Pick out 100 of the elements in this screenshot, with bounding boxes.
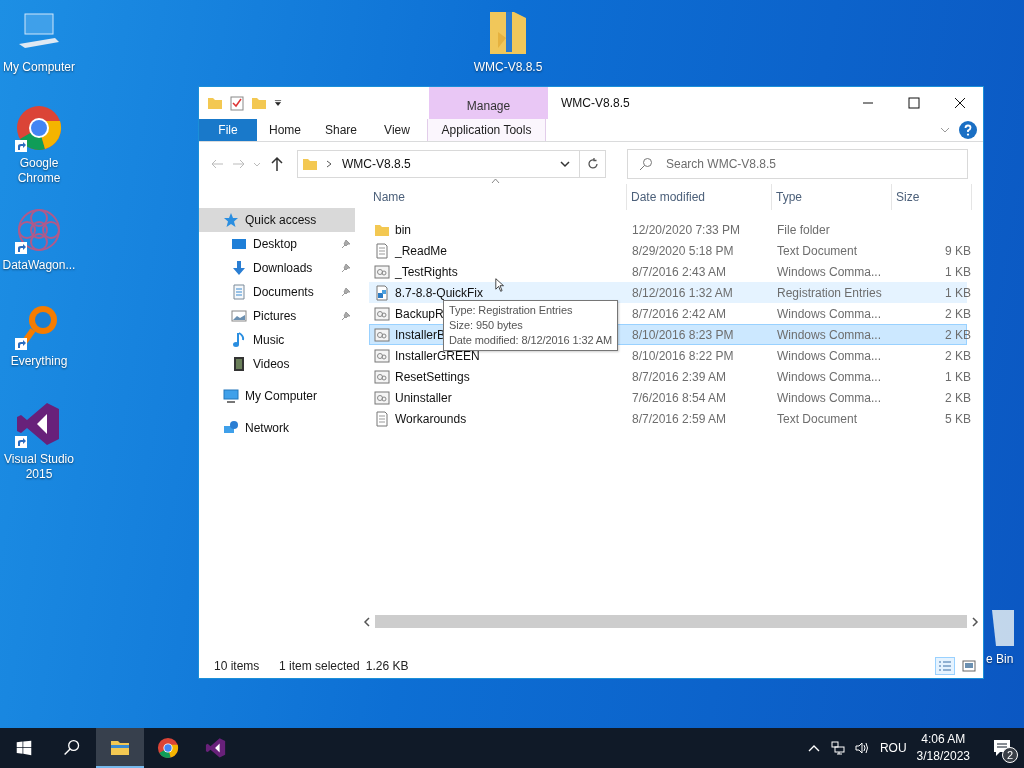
chrome-icon[interactable] bbox=[15, 104, 63, 152]
file-name: ResetSettings bbox=[395, 369, 470, 384]
file-name: 8.7-8.8-QuickFix bbox=[395, 285, 484, 300]
dropdown-icon[interactable] bbox=[559, 158, 571, 170]
size-cell-text: 5 KB bbox=[944, 411, 972, 426]
type-cell-text: Text Document bbox=[776, 243, 859, 258]
nav-item[interactable]: Downloads bbox=[199, 256, 355, 280]
type-cell-text: Windows Comma... bbox=[776, 348, 883, 363]
desktop-icon-label[interactable]: My Computer bbox=[3, 60, 75, 75]
nav-item[interactable]: Videos bbox=[199, 352, 355, 376]
file-name: bin bbox=[395, 222, 411, 237]
size-cell-text: 9 KB bbox=[944, 243, 972, 258]
flower-icon[interactable] bbox=[15, 206, 63, 254]
file-name: InstallerGREEN bbox=[395, 348, 480, 363]
column-header[interactable]: Name bbox=[369, 184, 627, 210]
nav-item[interactable]: My Computer bbox=[199, 384, 355, 408]
chrome-icon bbox=[157, 737, 179, 759]
help-icon[interactable] bbox=[959, 121, 977, 139]
input-language[interactable]: ROU bbox=[879, 741, 907, 755]
file-name: Workarounds bbox=[395, 411, 467, 426]
script-file-icon bbox=[374, 326, 390, 343]
scroll-left-icon[interactable] bbox=[361, 616, 373, 627]
type-cell-text: File folder bbox=[776, 222, 831, 237]
nav-item[interactable]: Quick access bbox=[199, 208, 355, 232]
desktop-icon-label[interactable]: Google Chrome bbox=[17, 156, 61, 186]
file-name: BackupR bbox=[395, 306, 444, 321]
ribbon-tab[interactable]: Share bbox=[313, 119, 369, 141]
ribbon-tab[interactable]: View bbox=[369, 119, 425, 141]
nav-item[interactable]: Network bbox=[199, 416, 355, 440]
ribbon-tab[interactable]: Home bbox=[257, 119, 313, 141]
search-icon bbox=[63, 739, 81, 757]
taskbar-app-button[interactable] bbox=[96, 728, 144, 768]
address-bar[interactable]: WMC-V8.8.5 bbox=[297, 150, 606, 178]
date-cell-text: 8/12/2016 1:32 AM bbox=[631, 285, 734, 300]
size-cell-text: 2 KB bbox=[944, 390, 972, 405]
file-name: _ReadMe bbox=[395, 243, 448, 258]
nav-item[interactable]: Desktop bbox=[199, 232, 355, 256]
nav-item[interactable]: Music bbox=[199, 328, 355, 352]
network-icon bbox=[223, 420, 239, 436]
refresh-icon bbox=[585, 157, 600, 171]
date-cell-text: 8/29/2020 5:18 PM bbox=[631, 243, 735, 258]
file-name: InstallerB bbox=[395, 327, 446, 342]
date-cell-text: 7/6/2016 8:54 AM bbox=[631, 390, 728, 405]
notifications-button[interactable]: 2 bbox=[984, 728, 1024, 768]
file-name: Uninstaller bbox=[395, 390, 452, 405]
script-file-icon bbox=[374, 389, 390, 406]
column-header[interactable]: Size bbox=[892, 184, 972, 210]
column-header[interactable]: Date modified bbox=[627, 184, 772, 210]
large-icons-view-icon bbox=[962, 660, 976, 672]
folder-icon bbox=[302, 156, 318, 172]
star-icon bbox=[223, 212, 239, 228]
type-cell-text: Windows Comma... bbox=[776, 369, 883, 384]
maximize-icon bbox=[908, 97, 920, 109]
desktop-icon-label[interactable]: DataWagon... bbox=[2, 258, 76, 273]
volume-icon[interactable] bbox=[854, 741, 869, 755]
sort-ascending-icon bbox=[491, 178, 500, 184]
chevron-icon[interactable] bbox=[324, 159, 334, 169]
desktop-icon-label[interactable]: WMC-V8.8.5 bbox=[473, 60, 543, 75]
pin-icon[interactable] bbox=[341, 287, 351, 297]
date-cell-text: 8/10/2016 8:23 PM bbox=[631, 327, 735, 342]
selection-count: 1 item selected bbox=[279, 659, 360, 673]
search-field[interactable]: Search WMC-V8.8.5 bbox=[627, 149, 968, 179]
size-cell-text: 1 KB bbox=[944, 369, 972, 384]
size-cell-text: 2 KB bbox=[944, 348, 972, 363]
registry-file-icon bbox=[374, 284, 390, 301]
clock[interactable]: 4:06 AM 3/18/2023 bbox=[916, 731, 970, 765]
scroll-right-icon[interactable] bbox=[969, 616, 981, 627]
vs-icon bbox=[205, 737, 227, 759]
date-cell-text: 8/7/2016 2:42 AM bbox=[631, 306, 728, 321]
network-icon[interactable] bbox=[830, 741, 845, 755]
mouse-cursor-icon bbox=[495, 278, 505, 292]
large-icons-view-button[interactable] bbox=[959, 657, 979, 675]
desktop-icon-label[interactable]: Everything bbox=[10, 354, 68, 369]
text-file-icon bbox=[374, 410, 390, 427]
details-view-icon bbox=[938, 660, 952, 672]
desktop-icon-label[interactable]: e Bin bbox=[986, 652, 1014, 666]
up-button[interactable] bbox=[269, 156, 285, 172]
file-tooltip: Type: Registration Entries Size: 950 bytes Date modified: 8/12/2016 1:32 AM bbox=[443, 300, 619, 351]
column-header[interactable]: Type bbox=[772, 184, 892, 210]
computer-icon bbox=[223, 388, 239, 404]
properties-icon[interactable] bbox=[229, 95, 245, 111]
date-cell-text: 8/7/2016 2:43 AM bbox=[631, 264, 728, 279]
pin-icon[interactable] bbox=[341, 311, 351, 321]
date-cell-text: 8/7/2016 2:39 AM bbox=[631, 369, 728, 384]
close-icon bbox=[954, 97, 966, 109]
item-count: 10 items bbox=[214, 659, 261, 673]
nav-item[interactable]: Documents bbox=[199, 280, 355, 304]
date-cell-text: 8/10/2016 8:22 PM bbox=[631, 348, 735, 363]
desktop-icon-label[interactable]: Visual Studio 2015 bbox=[4, 452, 74, 482]
caret-icon bbox=[253, 161, 261, 167]
script-file-icon bbox=[374, 263, 390, 280]
type-cell-text: Windows Comma... bbox=[776, 390, 883, 405]
ribbon-tab[interactable]: File bbox=[199, 119, 257, 141]
notification-count: 2 bbox=[1002, 747, 1018, 763]
size-cell-text: 2 KB bbox=[944, 306, 972, 321]
pin-icon[interactable] bbox=[341, 239, 351, 249]
nav-item[interactable]: Pictures bbox=[199, 304, 355, 328]
pin-icon[interactable] bbox=[341, 263, 351, 273]
ribbon-tab[interactable]: Application Tools bbox=[427, 119, 546, 141]
script-file-icon bbox=[374, 347, 390, 364]
